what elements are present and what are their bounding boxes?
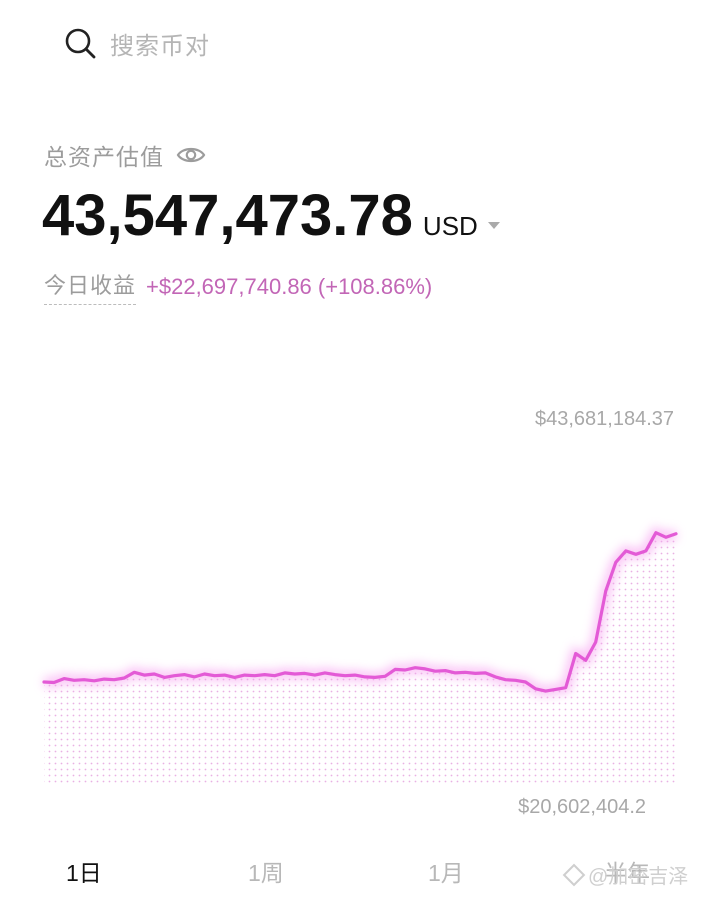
asset-label-row: 总资产估值 xyxy=(44,138,206,172)
assets-page: 搜索币对 总资产估值 43,547,473.78 USD 今日收益 +$22,6… xyxy=(0,0,720,900)
diamond-icon xyxy=(562,863,586,886)
total-balance: 43,547,473.78 xyxy=(42,183,413,248)
caret-down-icon[interactable] xyxy=(487,222,500,229)
today-pnl-label[interactable]: 今日收益 xyxy=(44,268,137,305)
tab-1d[interactable]: 1日 xyxy=(66,854,102,888)
eye-icon[interactable] xyxy=(176,144,206,166)
search-placeholder[interactable]: 搜索币对 xyxy=(110,26,210,61)
watermark: @加密吉泽 xyxy=(562,860,689,889)
chart-max-label: $43,681,184.37 xyxy=(534,408,674,430)
today-pnl-row: 今日收益 +$22,697,740.86 (+108.86%) xyxy=(44,268,432,305)
search-bar[interactable]: 搜索币对 xyxy=(64,22,210,64)
total-assets-label: 总资产估值 xyxy=(44,144,164,170)
tab-1m[interactable]: 1月 xyxy=(428,854,464,888)
balance-chart[interactable] xyxy=(0,390,720,830)
currency-selector[interactable]: USD xyxy=(423,211,478,242)
today-pnl-value: +$22,697,740.86 (+108.86%) xyxy=(146,273,433,299)
chart-min-label: $20,602,404.2 xyxy=(518,796,646,818)
chart-svg xyxy=(42,526,678,785)
tab-1w[interactable]: 1周 xyxy=(248,854,284,888)
search-icon xyxy=(64,27,96,59)
watermark-text: @加密吉泽 xyxy=(588,866,689,888)
balance-row: 43,547,473.78 USD xyxy=(42,182,500,249)
